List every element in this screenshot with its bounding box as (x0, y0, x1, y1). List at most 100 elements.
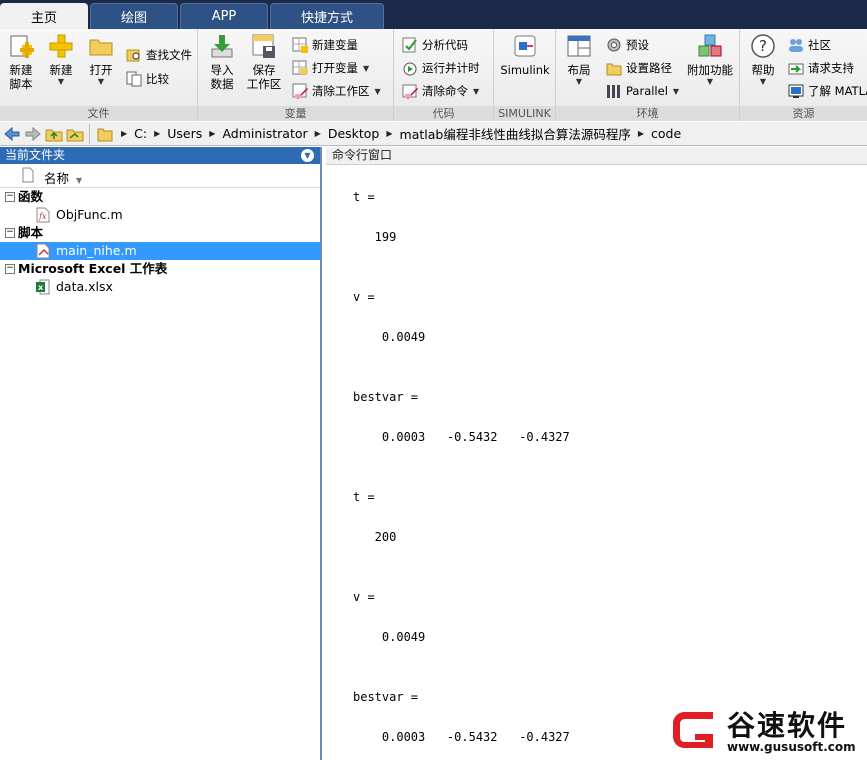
group-label: 函数 (18, 189, 44, 204)
clear-commands-dropdown-icon: ▼ (473, 86, 480, 96)
save-workspace-label: 保存 工作区 (246, 63, 282, 91)
open-variable-icon (292, 60, 308, 76)
file-type-icon (22, 167, 34, 186)
tab-plots[interactable]: 绘图 (90, 3, 178, 29)
forward-arrow-icon[interactable] (24, 125, 42, 143)
request-support-button[interactable]: 请求支持 (788, 58, 854, 78)
new-script-button[interactable]: 新建 脚本 (4, 33, 38, 91)
matlab-window: 主页 绘图 APP 快捷方式 新建 脚本 新建 ▼ 打开 ▼ 查找文件 比较 文… (0, 0, 867, 760)
watermark-text: 谷速软件 (727, 709, 848, 742)
collapse-icon[interactable]: − (5, 228, 15, 238)
find-files-label: 查找文件 (146, 48, 192, 62)
collapse-icon[interactable]: − (5, 192, 15, 202)
clear-workspace-button[interactable]: 清除工作区 ▼ (292, 81, 381, 101)
file-item[interactable]: x data.xlsx (0, 278, 320, 296)
layout-button[interactable]: 布局 ▼ (562, 33, 596, 87)
tab-apps[interactable]: APP (180, 3, 268, 29)
group-environment: 布局 ▼ 预设 设置路径 Parallel ▼ 附加功能 ▼ 环境 (556, 29, 740, 121)
breadcrumb-item[interactable]: code (651, 126, 681, 141)
up-folder-icon[interactable] (45, 125, 63, 143)
name-column-label: 名称 (44, 171, 70, 186)
file-name: main_nihe.m (56, 243, 137, 258)
layout-dropdown-icon: ▼ (575, 77, 583, 86)
compare-icon (126, 71, 142, 87)
open-dropdown-icon: ▼ (97, 77, 105, 86)
new-button[interactable]: 新建 ▼ (44, 33, 78, 87)
new-variable-icon (292, 37, 308, 53)
group-simulink: Simulink SIMULINK (494, 29, 556, 121)
run-and-time-label: 运行并计时 (422, 61, 480, 75)
folder-icon (88, 33, 114, 59)
clear-workspace-label: 清除工作区 (312, 84, 370, 98)
breadcrumb-item[interactable]: C: (134, 126, 147, 141)
svg-text:?: ? (759, 37, 767, 55)
open-button[interactable]: 打开 ▼ (84, 33, 118, 87)
group-file: 新建 脚本 新建 ▼ 打开 ▼ 查找文件 比较 文件 (0, 29, 198, 121)
ribbon-tab-bar: 主页 绘图 APP 快捷方式 (0, 0, 867, 29)
command-window-output[interactable]: t = 199 v = 0.0049 bestvar = 0.0003 -0.543… (353, 187, 570, 747)
breadcrumb-item[interactable]: Users (167, 126, 202, 141)
file-item[interactable]: fx ObjFunc.m (0, 206, 320, 224)
layout-label: 布局 (567, 63, 591, 77)
help-label: 帮助 (751, 63, 775, 77)
addons-button[interactable]: 附加功能 ▼ (686, 33, 734, 87)
addons-icon (697, 33, 723, 59)
browse-folder-icon[interactable] (66, 125, 84, 143)
back-arrow-icon[interactable] (3, 125, 21, 143)
analyze-code-icon (402, 37, 418, 53)
analyze-code-button[interactable]: 分析代码 (402, 35, 468, 55)
group-file-label: 文件 (0, 106, 197, 121)
command-window-panel: 命令行窗口 t = 199 v = 0.0049 bestvar = 0.0003 … (326, 147, 867, 760)
breadcrumb-item[interactable]: matlab编程非线性曲线拟合算法源码程序 (400, 124, 631, 143)
name-column-header[interactable]: 名称 ▼ (44, 168, 82, 187)
group-functions[interactable]: − 函数 (0, 188, 320, 206)
community-label: 社区 (808, 38, 831, 52)
parallel-button[interactable]: Parallel ▼ (606, 81, 679, 101)
clear-workspace-dropdown-icon: ▼ (374, 86, 381, 96)
group-scripts[interactable]: − 脚本 (0, 224, 320, 242)
import-data-label: 导入 数据 (210, 63, 234, 91)
current-folder-title: 当前文件夹 (5, 148, 66, 162)
group-excel[interactable]: − Microsoft Excel 工作表 (0, 260, 320, 278)
run-and-time-button[interactable]: 运行并计时 (402, 58, 480, 78)
breadcrumb-arrow-icon: ▶ (121, 129, 128, 138)
save-workspace-button[interactable]: 保存 工作区 (244, 33, 284, 91)
command-window-title-bar: 命令行窗口 (326, 147, 867, 165)
new-script-icon (8, 33, 34, 59)
clear-commands-button[interactable]: 清除命令 ▼ (402, 81, 479, 101)
find-files-button[interactable]: 查找文件 (126, 45, 192, 65)
open-variable-button[interactable]: 打开变量 ▼ (292, 58, 369, 78)
help-button[interactable]: ? 帮助 ▼ (746, 33, 780, 87)
tab-shortcuts[interactable]: 快捷方式 (270, 3, 384, 29)
current-folder-panel: 当前文件夹 ▼ 名称 ▼ − 函数 fx ObjFunc.m − 脚本 main… (0, 147, 322, 760)
learn-matlab-button[interactable]: 了解 MATLAB (788, 81, 867, 101)
learn-matlab-icon (788, 83, 804, 99)
collapse-icon[interactable]: − (5, 264, 15, 274)
breadcrumb-item[interactable]: Administrator (222, 126, 307, 141)
community-button[interactable]: 社区 (788, 35, 831, 55)
clear-workspace-icon (292, 83, 308, 99)
watermark-url: www.gususoft.com (727, 740, 856, 754)
simulink-icon (512, 33, 538, 59)
help-icon: ? (750, 33, 776, 59)
import-data-button[interactable]: 导入 数据 (204, 33, 240, 91)
file-item[interactable]: main_nihe.m (0, 242, 320, 260)
set-path-button[interactable]: 设置路径 (606, 58, 672, 78)
panel-menu-icon[interactable]: ▼ (301, 149, 314, 162)
breadcrumb-arrow-icon: ▶ (154, 129, 161, 138)
new-variable-button[interactable]: 新建变量 (292, 35, 358, 55)
compare-button[interactable]: 比较 (126, 69, 169, 89)
sort-arrow-icon: ▼ (76, 176, 83, 185)
preferences-button[interactable]: 预设 (606, 35, 649, 55)
breadcrumb-item[interactable]: Desktop (328, 126, 380, 141)
open-label: 打开 (89, 63, 113, 77)
tab-home[interactable]: 主页 (0, 3, 88, 29)
svg-text:fx: fx (38, 212, 47, 221)
compare-label: 比较 (146, 72, 169, 86)
simulink-button[interactable]: Simulink (499, 33, 551, 77)
